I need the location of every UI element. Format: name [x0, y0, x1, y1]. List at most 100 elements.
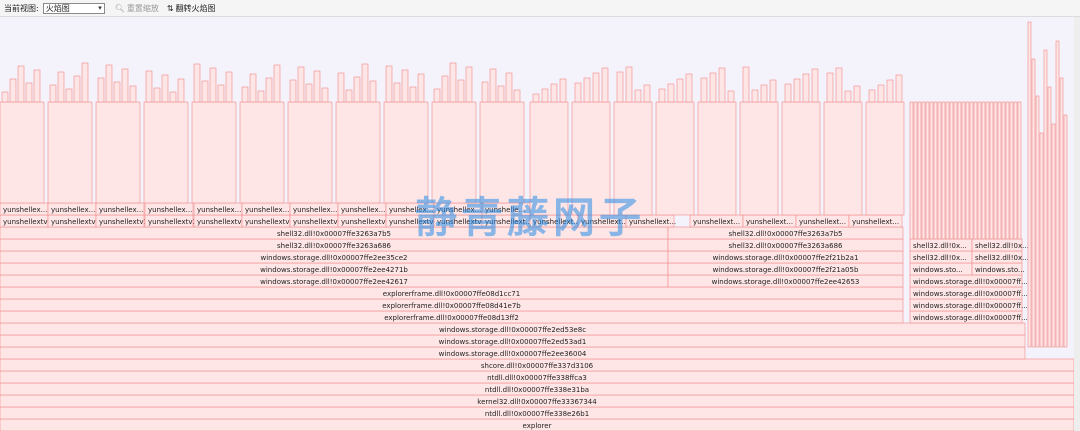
- flame-stack[interactable]: [191, 101, 237, 204]
- flame-stack[interactable]: [95, 101, 141, 204]
- flame-spike[interactable]: [193, 63, 201, 103]
- flame-frame[interactable]: windows.storage.dll!0x00007ff...: [909, 298, 1028, 312]
- flame-spike[interactable]: [177, 78, 185, 103]
- flame-spike[interactable]: [169, 91, 177, 103]
- flame-frame[interactable]: windows.sto...: [909, 262, 973, 276]
- flame-frame[interactable]: yunshellex...: [193, 202, 243, 216]
- flame-frame[interactable]: explorerframe.dll!0x00007ffe08d13ff2: [0, 310, 904, 324]
- flame-frame[interactable]: yunshellex...: [289, 202, 339, 216]
- flame-spike[interactable]: [265, 77, 273, 103]
- flame-stack[interactable]: [1051, 123, 1056, 348]
- flame-spike[interactable]: [273, 64, 281, 103]
- flame-stack[interactable]: [917, 101, 922, 240]
- flame-frame[interactable]: windows.storage.dll!0x00007ffe2f21b2a1: [667, 250, 904, 264]
- flame-stack[interactable]: [989, 101, 994, 240]
- flame-stack[interactable]: [949, 101, 954, 240]
- flame-spike[interactable]: [313, 70, 321, 103]
- flame-stack[interactable]: [953, 101, 958, 240]
- flame-spike[interactable]: [9, 78, 17, 103]
- flame-spike[interactable]: [826, 72, 834, 103]
- flame-spike[interactable]: [65, 88, 73, 103]
- flame-stack[interactable]: [1031, 58, 1036, 348]
- flame-spike[interactable]: [601, 67, 609, 103]
- flame-spike[interactable]: [1, 91, 9, 103]
- flame-frame[interactable]: windows.storage.dll!0x00007ffe2ed53e8c: [0, 322, 1026, 336]
- flame-frame[interactable]: explorerframe.dll!0x00007ffe08d1cc71: [0, 286, 904, 300]
- flame-spike[interactable]: [345, 89, 353, 103]
- flame-spike[interactable]: [835, 67, 843, 103]
- flame-spike[interactable]: [225, 71, 233, 103]
- flame-stack[interactable]: [925, 101, 930, 240]
- flame-spike[interactable]: [145, 70, 153, 103]
- flame-spike[interactable]: [625, 66, 633, 103]
- flame-spike[interactable]: [113, 81, 121, 103]
- flame-spike[interactable]: [25, 82, 33, 103]
- flame-stack[interactable]: [1059, 77, 1064, 348]
- flame-spike[interactable]: [121, 68, 129, 103]
- flame-frame[interactable]: shell32.dll!0x...: [909, 250, 973, 264]
- flame-spike[interactable]: [532, 93, 540, 103]
- flame-stack[interactable]: [965, 101, 970, 240]
- flame-spike[interactable]: [634, 89, 642, 103]
- flame-spike[interactable]: [297, 66, 305, 103]
- flame-frame[interactable]: yunshellex...: [337, 202, 387, 216]
- flame-spike[interactable]: [49, 84, 57, 103]
- flame-frame[interactable]: windows.storage.dll!0x00007ffe2ee35ce2: [0, 250, 669, 264]
- flame-frame[interactable]: windows.storage.dll!0x00007ff...: [909, 274, 1028, 288]
- flame-frame[interactable]: shell32.dll!0x00007ffe3263a7b5: [667, 226, 904, 240]
- flame-spike[interactable]: [241, 86, 249, 103]
- flame-spike[interactable]: [592, 72, 600, 103]
- flame-frame[interactable]: yunshellex...: [95, 202, 145, 216]
- flame-spike[interactable]: [574, 82, 582, 103]
- reset-zoom-button[interactable]: 🔍︎ 重置缩放: [115, 3, 159, 14]
- flame-spike[interactable]: [393, 82, 401, 103]
- flame-stack[interactable]: [865, 101, 905, 216]
- flame-frame[interactable]: windows.storage.dll!0x00007ffe2ee4271b: [0, 262, 669, 276]
- flame-frame[interactable]: ntdll.dll!0x00007ffe338e31ba: [0, 382, 1074, 396]
- flame-stack[interactable]: [957, 101, 962, 240]
- flame-frame[interactable]: windows.storage.dll!0x00007ffe2ed53ad1: [0, 334, 1026, 348]
- flame-stack[interactable]: [997, 101, 1002, 240]
- flame-spike[interactable]: [676, 78, 684, 103]
- flame-spike[interactable]: [868, 89, 876, 103]
- flame-spike[interactable]: [685, 73, 693, 103]
- invert-flame-button[interactable]: ⇅ 翻转火焰图: [167, 3, 216, 14]
- flame-frame[interactable]: yunshellex...: [144, 202, 194, 216]
- flame-stack[interactable]: [937, 101, 942, 240]
- flame-stack[interactable]: [697, 101, 737, 216]
- flame-frame[interactable]: yunshellext...: [742, 214, 797, 228]
- flame-spike[interactable]: [709, 72, 717, 103]
- flame-spike[interactable]: [895, 74, 903, 103]
- flame-spike[interactable]: [129, 85, 137, 103]
- flame-frame[interactable]: windows.storage.dll!0x00007ff...: [909, 310, 1028, 324]
- flame-spike[interactable]: [17, 65, 25, 103]
- flame-spike[interactable]: [658, 88, 666, 103]
- flame-spike[interactable]: [257, 90, 265, 103]
- flame-spike[interactable]: [751, 89, 759, 103]
- flame-spike[interactable]: [497, 85, 505, 103]
- flame-stack[interactable]: [961, 101, 966, 240]
- flame-spike[interactable]: [97, 77, 105, 103]
- flame-spike[interactable]: [321, 87, 329, 103]
- flame-spike[interactable]: [489, 68, 497, 103]
- flame-spike[interactable]: [305, 83, 313, 103]
- flame-stack[interactable]: [143, 101, 189, 204]
- flame-frame[interactable]: ntdll.dll!0x00007ffe338e26b1: [0, 406, 1074, 420]
- flame-stack[interactable]: [929, 101, 934, 240]
- flame-frame[interactable]: shcore.dll!0x00007ffe337d3106: [0, 358, 1074, 372]
- flame-stack[interactable]: [977, 101, 982, 240]
- flame-spike[interactable]: [643, 84, 651, 103]
- flame-frame[interactable]: windows.storage.dll!0x00007ffe2f21a05b: [667, 262, 904, 276]
- flame-frame[interactable]: shell32.dll!0x...: [971, 250, 1029, 264]
- flame-stack[interactable]: [941, 101, 946, 240]
- flame-frame[interactable]: windows.storage.dll!0x00007ff...: [909, 286, 1028, 300]
- flame-spike[interactable]: [353, 76, 361, 103]
- flame-spike[interactable]: [844, 90, 852, 103]
- flame-stack[interactable]: [921, 101, 926, 240]
- flame-spike[interactable]: [201, 80, 209, 103]
- flame-frame[interactable]: shell32.dll!0x00007ffe3263a686: [667, 238, 904, 252]
- vertical-scrollbar[interactable]: [1074, 17, 1080, 431]
- flame-stack[interactable]: [335, 101, 381, 204]
- flame-spike[interactable]: [249, 73, 257, 103]
- flame-spike[interactable]: [811, 68, 819, 103]
